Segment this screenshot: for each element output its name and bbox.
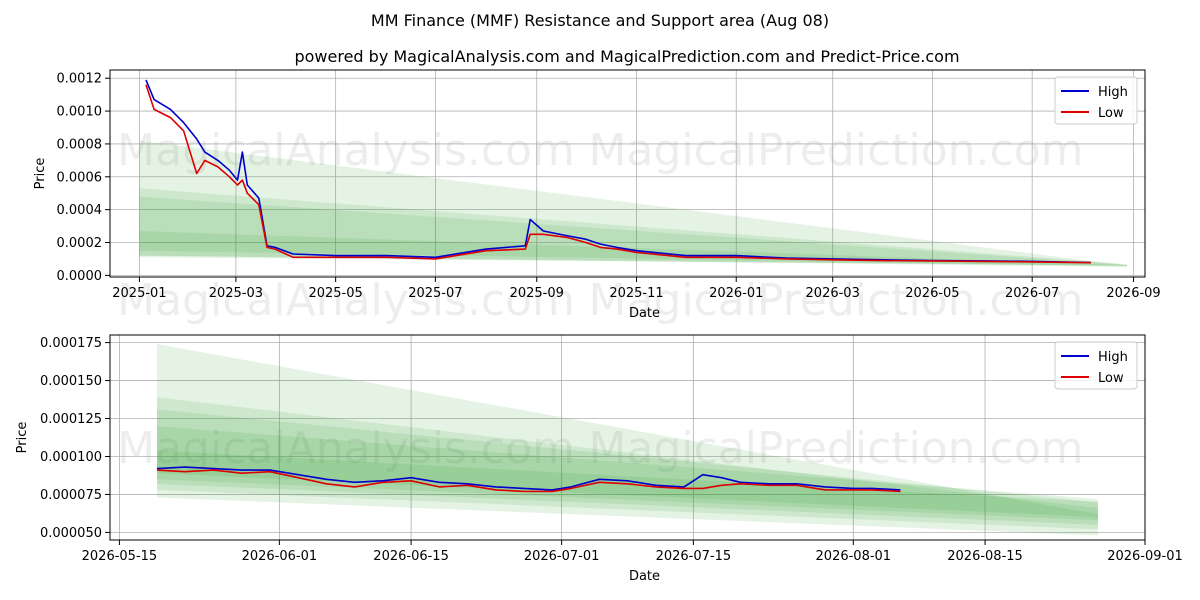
chart-subtitle: powered by MagicalAnalysis.com and Magic… (294, 47, 959, 66)
x-tick-label: 2025-03 (209, 286, 263, 301)
y-tick-label: 0.000075 (40, 488, 102, 503)
x-tick-label: 2026-09-01 (1107, 549, 1183, 564)
y-tick-label: 0.000050 (40, 526, 102, 541)
x-tick-label: 2026-08-15 (947, 549, 1023, 564)
bottom-chart-panel: MagicalAnalysis.com MagicalPrediction.com… (15, 334, 1183, 584)
y-tick-label: 0.000175 (40, 336, 102, 351)
y-axis-label: Price (15, 422, 30, 454)
x-tick-label: 2025-11 (609, 286, 663, 301)
x-tick-label: 2026-01 (709, 286, 763, 301)
y-tick-label: 0.000150 (40, 374, 102, 389)
x-tick-label: 2026-05-15 (82, 549, 158, 564)
x-tick-label: 2026-03 (806, 286, 860, 301)
legend-label-high: High (1098, 350, 1128, 365)
y-tick-label: 0.0004 (57, 203, 103, 218)
y-axis-label: Price (33, 158, 48, 190)
x-tick-label: 2026-05 (905, 286, 959, 301)
x-tick-label: 2026-07 (1005, 286, 1059, 301)
x-axis-label: Date (629, 569, 660, 584)
y-tick-label: 0.0010 (57, 105, 103, 120)
y-tick-label: 0.0008 (57, 137, 103, 152)
x-tick-label: 2025-09 (510, 286, 564, 301)
x-tick-label: 2026-07-01 (524, 549, 600, 564)
y-tick-label: 0.000100 (40, 450, 102, 465)
y-tick-label: 0.0002 (57, 236, 103, 251)
x-tick-label: 2026-08-01 (816, 549, 892, 564)
x-tick-label: 2025-07 (408, 286, 462, 301)
x-tick-label: 2026-07-15 (656, 549, 732, 564)
top-chart-panel: MagicalAnalysis.com MagicalPrediction.com… (33, 69, 1161, 326)
y-tick-label: 0.000125 (40, 412, 102, 427)
chart-title: MM Finance (MMF) Resistance and Support … (371, 11, 829, 30)
legend-label-high: High (1098, 85, 1128, 100)
x-tick-label: 2026-09 (1106, 286, 1160, 301)
chart-figure: MM Finance (MMF) Resistance and Support … (15, 11, 1183, 584)
y-tick-label: 0.0000 (57, 269, 103, 284)
x-tick-label: 2026-06-01 (242, 549, 318, 564)
y-tick-label: 0.0012 (57, 72, 103, 87)
y-tick-label: 0.0006 (57, 170, 103, 185)
watermark-text: MagicalPrediction.com (589, 125, 1084, 176)
x-tick-label: 2025-01 (112, 286, 166, 301)
x-tick-label: 2025-05 (308, 286, 362, 301)
legend-label-low: Low (1098, 106, 1124, 121)
x-tick-label: 2026-06-15 (373, 549, 449, 564)
legend-label-low: Low (1098, 371, 1124, 386)
x-axis-label: Date (629, 306, 660, 321)
